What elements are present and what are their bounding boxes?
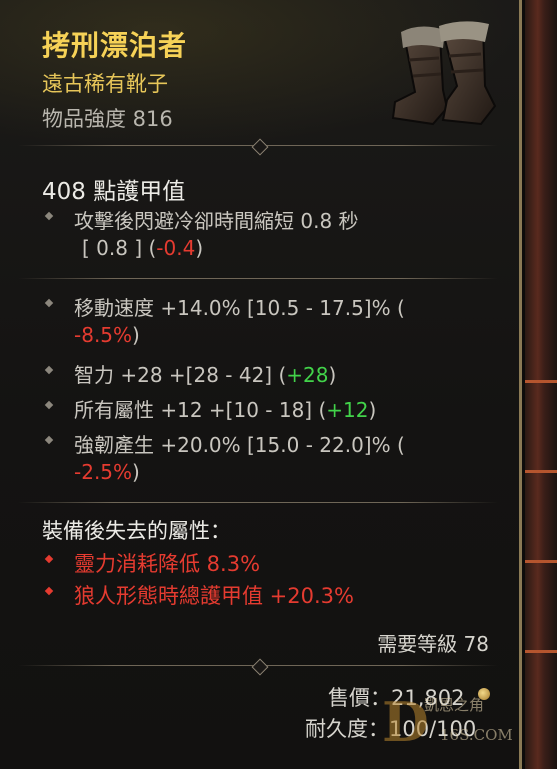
site-watermark: D 凱恩之角 16S.COM (372, 690, 542, 760)
affix-close: ) (328, 363, 337, 387)
affix-delta: +28 (286, 363, 329, 387)
required-level: 需要等級 78 (377, 632, 489, 656)
watermark-site-name: 凱恩之角 (424, 696, 485, 714)
implicit-range: [ 0.8 ] ( (82, 236, 157, 260)
bullet-diamond-icon (44, 435, 54, 445)
bullet-diamond-icon (44, 554, 54, 564)
bullet-diamond-icon (44, 211, 54, 221)
affix-text: 所有屬性 +12 +[10 - 18] ( (74, 398, 327, 422)
item-name: 拷刑漂泊者 (42, 29, 188, 62)
watermark-logo: D (382, 690, 429, 754)
affix-text: 移動速度 +14.0% [10.5 - 17.5]% ( (74, 296, 405, 320)
divider (18, 138, 498, 156)
affix-close: ) (132, 323, 140, 347)
bullet-diamond-icon (44, 586, 54, 596)
watermark-url: 16S.COM (440, 726, 513, 744)
implicit-close: ) (195, 236, 204, 260)
divider (18, 658, 498, 676)
armor-value: 408 點護甲值 (42, 179, 186, 205)
lost-affixes-heading: 裝備後失去的屬性： (42, 519, 231, 543)
divider (18, 272, 498, 286)
background-panel-edge (525, 0, 557, 769)
lost-affix-text: 狼人形態時總護甲值 +20.3% (74, 584, 354, 608)
affix-close: ) (132, 460, 140, 484)
affix-text: 智力 +28 +[28 - 42] ( (74, 363, 287, 387)
bullet-diamond-icon (44, 298, 54, 308)
implicit-line1: 攻擊後閃避冷卻時間縮短 0.8 秒 (74, 209, 359, 233)
divider (18, 496, 498, 510)
implicit-delta: -0.4 (156, 236, 196, 260)
item-power: 物品強度 816 (42, 107, 173, 131)
affix-delta: -2.5% (74, 460, 133, 484)
affix-text: 強韌產生 +20.0% [15.0 - 22.0]% ( (74, 433, 405, 457)
affix-close: ) (368, 398, 377, 422)
affix-delta: -8.5% (74, 323, 133, 347)
item-tooltip: 拷刑漂泊者 遠古稀有靴子 物品強度 816 408 點護甲值 攻擊後閃避冷卻時間… (0, 0, 522, 769)
lost-affix-text: 靈力消耗降低 8.3% (74, 552, 261, 576)
affix-delta: +12 (326, 398, 369, 422)
bullet-diamond-icon (44, 365, 54, 375)
item-type: 遠古稀有靴子 (42, 72, 168, 96)
bullet-diamond-icon (44, 400, 54, 410)
boots-icon (391, 21, 497, 126)
